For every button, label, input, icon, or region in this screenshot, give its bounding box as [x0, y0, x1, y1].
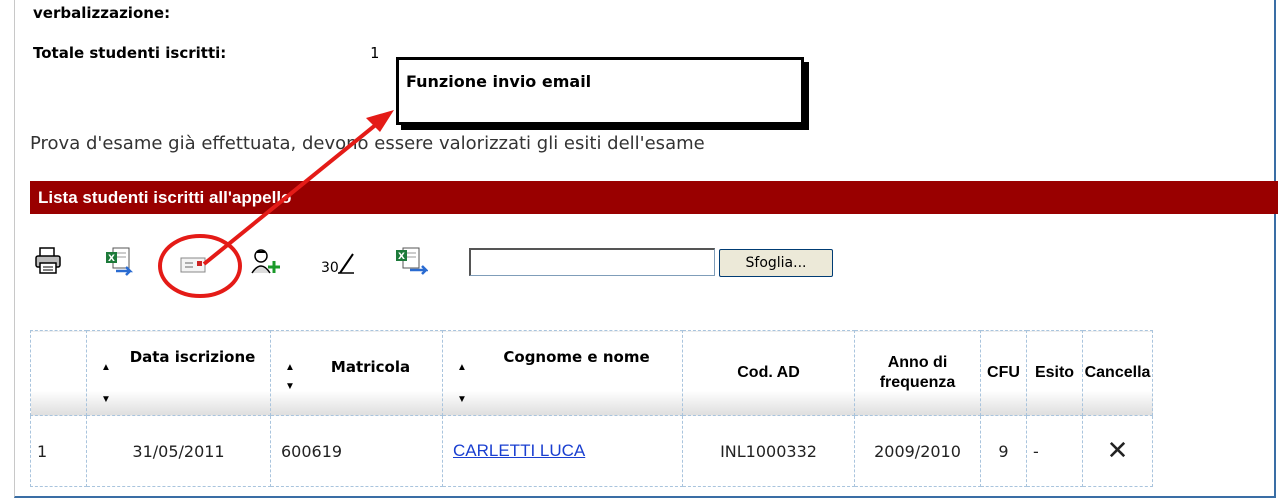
- annotation-circle: [158, 234, 242, 298]
- annotation-callout: Funzione invio email: [396, 57, 804, 125]
- annotation-arrow: [202, 121, 380, 266]
- callout-text: Funzione invio email: [406, 72, 592, 91]
